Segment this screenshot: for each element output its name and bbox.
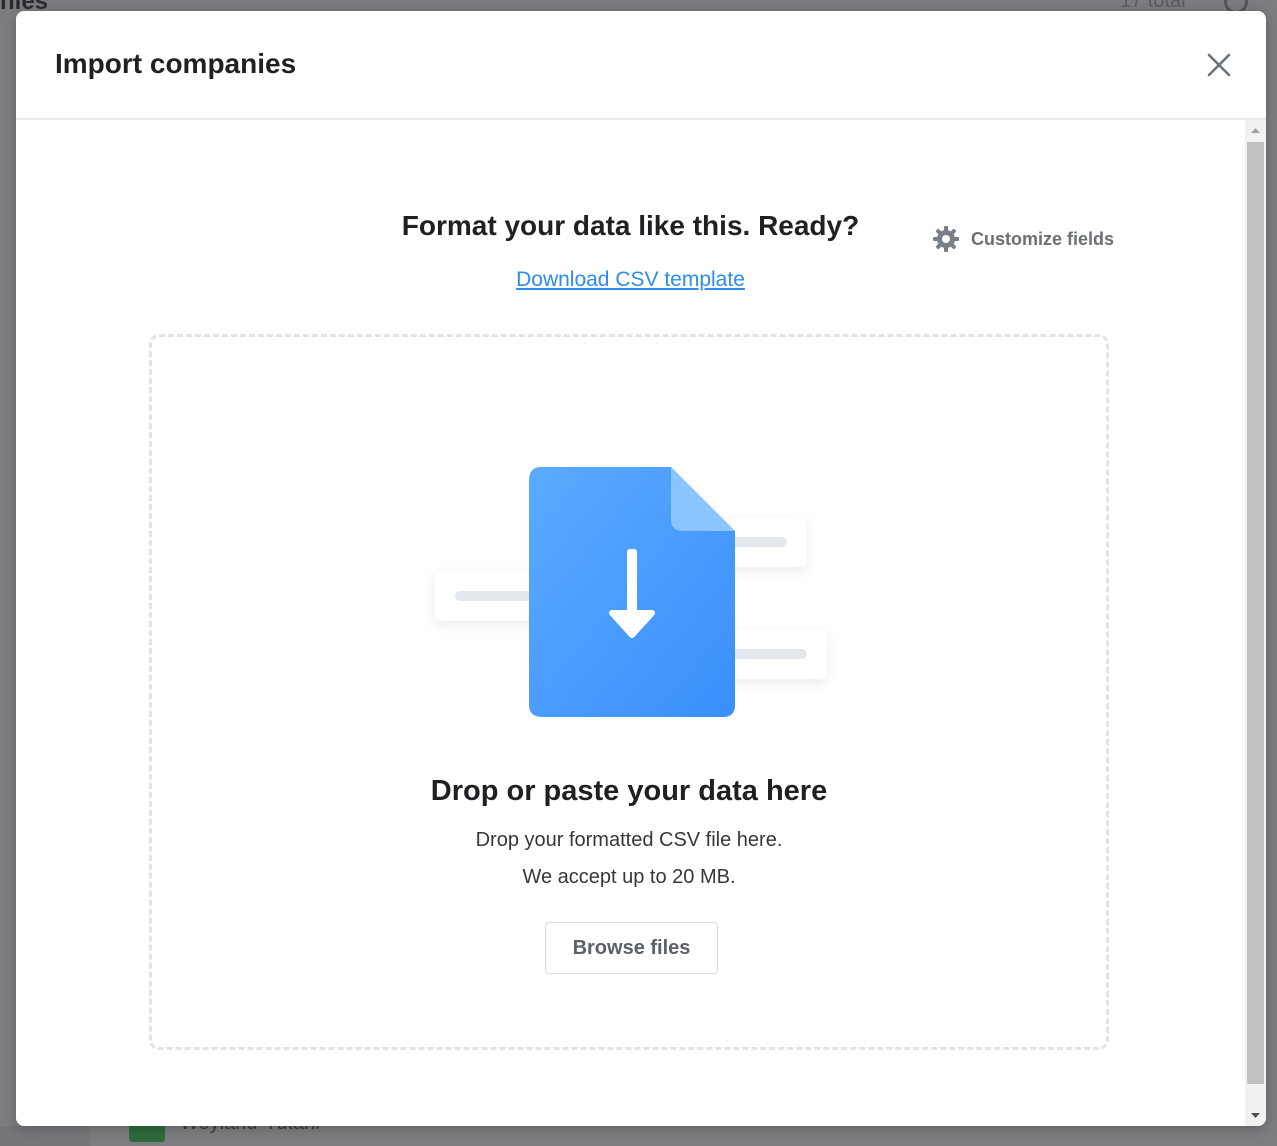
dropzone-size-limit: We accept up to 20 MB. [522, 866, 736, 888]
browse-files-button[interactable]: Browse files [545, 922, 718, 974]
customize-fields-label: Customize fields [971, 228, 1115, 249]
import-modal: Import companies Format your data like t… [16, 11, 1266, 1126]
close-icon [1207, 53, 1231, 77]
dropzone-heading: Drop or paste your data here [430, 775, 828, 807]
background-strip [0, 1126, 90, 1146]
modal-scrollbar[interactable] [1245, 120, 1266, 1126]
scrollbar-thumb[interactable] [1247, 142, 1264, 1084]
modal-title: Import companies [55, 48, 297, 79]
close-button[interactable] [1202, 48, 1236, 82]
scroll-up-icon[interactable] [1245, 120, 1266, 140]
modal-body: Format your data like this. Ready? Downl… [16, 120, 1245, 1126]
modal-header: Import companies [16, 11, 1266, 120]
scroll-down-icon[interactable] [1245, 1106, 1266, 1126]
download-csv-template-link[interactable]: Download CSV template [16, 267, 1245, 293]
file-dropzone[interactable]: Drop or paste your data here Drop your f… [149, 334, 1109, 1050]
file-download-icon [435, 467, 827, 717]
customize-fields-button[interactable]: Customize fields [931, 224, 1114, 254]
dropzone-instructions: Drop your formatted CSV file here. [475, 829, 783, 851]
gear-icon [933, 226, 959, 252]
